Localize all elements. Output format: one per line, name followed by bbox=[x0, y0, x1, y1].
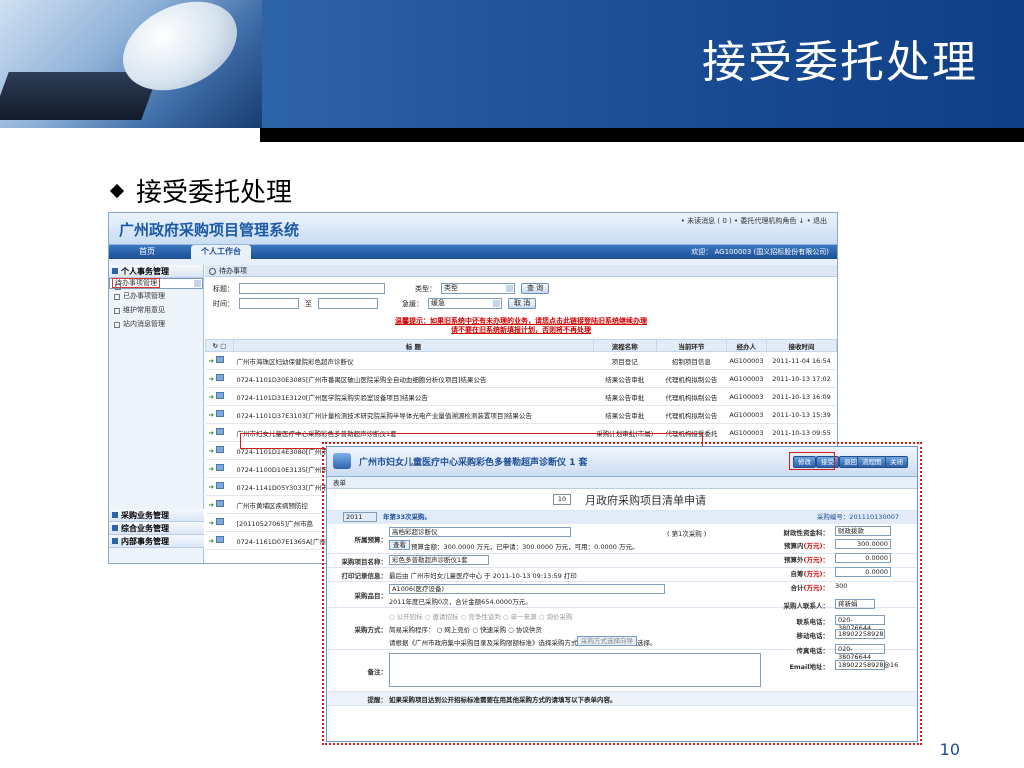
row-time: 2011-10-13 16:09 bbox=[766, 387, 837, 406]
row-step: 代理机构拟制公告 bbox=[656, 387, 727, 406]
mail-icon bbox=[216, 536, 225, 543]
row-handler: AG100003 bbox=[726, 423, 767, 442]
row-step: 代理机构拟制公告 bbox=[656, 405, 727, 424]
mail-icon bbox=[216, 464, 225, 471]
col-step: 当前环节 bbox=[655, 339, 727, 352]
diamond-bullet-icon bbox=[109, 183, 125, 198]
welcome-text: 欢迎： AG100003 (国义招标股份有限公司) bbox=[691, 248, 829, 256]
filter-form: 标题： 类型： 类型 查 询 时间： 至 急缓： 缓急 取 消 bbox=[205, 277, 837, 311]
type-label: 类型： bbox=[415, 284, 436, 293]
mail-icon bbox=[216, 500, 225, 507]
row-title[interactable]: 0724-1101D37E3103[广州计量检测技术研究院采购半导体光电产业量值… bbox=[233, 405, 594, 424]
row-handler: AG100003 bbox=[726, 387, 767, 406]
sidebar-item-messages[interactable]: 站内消息管理 bbox=[109, 317, 203, 331]
refresh-icon[interactable]: ↻ ▢ bbox=[205, 339, 234, 352]
type-select[interactable]: 类型 bbox=[441, 283, 515, 294]
header-band: 接受委托处理 bbox=[262, 0, 1024, 128]
row-time: 2011-10-13 15:39 bbox=[766, 405, 837, 424]
sidebar-item-opinions[interactable]: 维护常用意见 bbox=[109, 303, 203, 317]
warning-line-1[interactable]: 温馨提示：如果旧系统中还有未办理的业务，请您点击此链接登陆旧系统继续办理 bbox=[205, 317, 837, 326]
top-links[interactable]: • 未读消息 ( 0 ) • 委托代理机构角色 ↓ • 退出 bbox=[681, 216, 827, 226]
forward-arrow-icon: ➜ bbox=[208, 357, 214, 365]
nav-bar: 首页 个人工作台 欢迎： AG100003 (国义招标股份有限公司) bbox=[109, 245, 837, 259]
nav-home[interactable]: 首页 bbox=[129, 245, 165, 259]
mail-icon bbox=[216, 374, 225, 381]
row-step: 代理机构拟制公告 bbox=[656, 369, 727, 388]
col-flow: 流程名称 bbox=[592, 339, 657, 352]
row-handler: AG100003 bbox=[726, 405, 767, 424]
row-flow: 结果公告审批 bbox=[593, 369, 657, 388]
slide: 接受委托处理 接受委托处理 广州政府采购项目管理系统 • 未读消息 ( 0 ) … bbox=[0, 0, 1024, 768]
time-start-input[interactable] bbox=[239, 298, 299, 309]
time-label: 时间： bbox=[213, 299, 234, 308]
urgency-label: 急缓： bbox=[402, 299, 423, 308]
forward-arrow-icon: ➜ bbox=[208, 411, 214, 419]
mail-icon bbox=[216, 356, 225, 363]
row-handler: AG100003 bbox=[726, 369, 767, 388]
forward-arrow-icon: ➜ bbox=[208, 537, 214, 545]
to-label: 至 bbox=[305, 299, 312, 308]
nav-workbench[interactable]: 个人工作台 bbox=[191, 245, 251, 259]
table-row[interactable]: ➜ 0724-1101D37E3103[广州计量检测技术研究院采购半导体光电产业… bbox=[205, 405, 837, 424]
mail-icon bbox=[216, 482, 225, 489]
row-title[interactable]: 0724-1101D30E3085[广州市番禺区破山医院采购全自动血细胞分析仪项… bbox=[233, 369, 594, 388]
sidebar-group-purchase[interactable]: 采购业务管理 bbox=[109, 509, 204, 522]
row-title[interactable]: 广州市海珠区妇幼保健院彩色超声诊断仪 bbox=[233, 351, 594, 370]
sidebar-group-general[interactable]: 综合业务管理 bbox=[109, 522, 204, 535]
sidebar-item-done[interactable]: 已办事项管理 bbox=[109, 289, 203, 303]
table-row[interactable]: ➜ 0724-1101D30E3085[广州市番禺区破山医院采购全自动血细胞分析… bbox=[205, 369, 837, 388]
forward-arrow-icon: ➜ bbox=[208, 393, 214, 401]
popup-highlight bbox=[322, 442, 922, 745]
sidebar-item-todo[interactable]: 待办事项管理 bbox=[109, 278, 203, 290]
mail-icon bbox=[216, 446, 225, 453]
forward-arrow-icon: ➜ bbox=[208, 429, 214, 437]
bullet-item: 接受委托处理 bbox=[109, 172, 293, 209]
row-flow: 结果公告审批 bbox=[593, 387, 657, 406]
bullet-text: 接受委托处理 bbox=[136, 178, 293, 208]
forward-arrow-icon: ➜ bbox=[208, 375, 214, 383]
row-title[interactable]: 0724-1101D31E3120[广州医学院采购实验室设备项目]结果公告 bbox=[233, 387, 594, 406]
row-flow: 结果公告审批 bbox=[593, 405, 657, 424]
mail-icon bbox=[216, 518, 225, 525]
col-handler: 经办人 bbox=[725, 339, 768, 352]
row-time: 2011-10-13 09:55 bbox=[766, 423, 837, 442]
row-step: 招制项目信息 bbox=[656, 351, 727, 370]
mail-icon bbox=[216, 410, 225, 417]
app-header: 广州政府采购项目管理系统 • 未读消息 ( 0 ) • 委托代理机构角色 ↓ •… bbox=[109, 213, 837, 245]
row-flow: 项目登记 bbox=[593, 351, 657, 370]
forward-arrow-icon: ➜ bbox=[208, 519, 214, 527]
sidebar-group-internal[interactable]: 内部事务管理 bbox=[109, 535, 204, 548]
cancel-button[interactable]: 取 消 bbox=[508, 298, 537, 309]
col-time: 接收时间 bbox=[766, 339, 837, 352]
forward-arrow-icon: ➜ bbox=[208, 465, 214, 473]
sidebar-group-personal[interactable]: 个人事务管理 bbox=[109, 265, 203, 278]
table-row[interactable]: ➜ 0724-1101D31E3120[广州医学院采购实验室设备项目]结果公告结… bbox=[205, 387, 837, 406]
system-title: 广州政府采购项目管理系统 bbox=[119, 221, 300, 239]
row-time: 2011-11-04 16:54 bbox=[766, 351, 837, 370]
header-divider-left bbox=[0, 128, 262, 142]
time-end-input[interactable] bbox=[318, 298, 378, 309]
forward-arrow-icon: ➜ bbox=[208, 501, 214, 509]
row-time: 2011-10-13 17:02 bbox=[766, 369, 837, 388]
query-button[interactable]: 查 询 bbox=[521, 283, 550, 294]
title-input[interactable] bbox=[239, 283, 385, 294]
page-number: 10 bbox=[939, 740, 960, 759]
slide-title: 接受委托处理 bbox=[702, 37, 978, 88]
forward-arrow-icon: ➜ bbox=[208, 483, 214, 491]
row-handler: AG100003 bbox=[726, 351, 767, 370]
mail-icon bbox=[216, 428, 225, 435]
sidebar: 个人事务管理 待办事项管理 已办事项管理 维护常用意见 站内消息管理 采购业务管… bbox=[109, 265, 204, 563]
section-title: 待办事项 bbox=[205, 265, 837, 277]
title-label: 标题： bbox=[213, 284, 234, 293]
col-title: 标 题 bbox=[233, 339, 594, 352]
urgency-select[interactable]: 缓急 bbox=[428, 298, 502, 309]
warning-line-2: 请不要在旧系统新填报计划，否则将不再处理 bbox=[451, 326, 591, 334]
forward-arrow-icon: ➜ bbox=[208, 447, 214, 455]
table-row[interactable]: ➜ 广州市海珠区妇幼保健院彩色超声诊断仪 项目登记 招制项目信息 AG100003 20… bbox=[205, 351, 837, 370]
mail-icon bbox=[216, 392, 225, 399]
header-photo bbox=[0, 0, 262, 128]
